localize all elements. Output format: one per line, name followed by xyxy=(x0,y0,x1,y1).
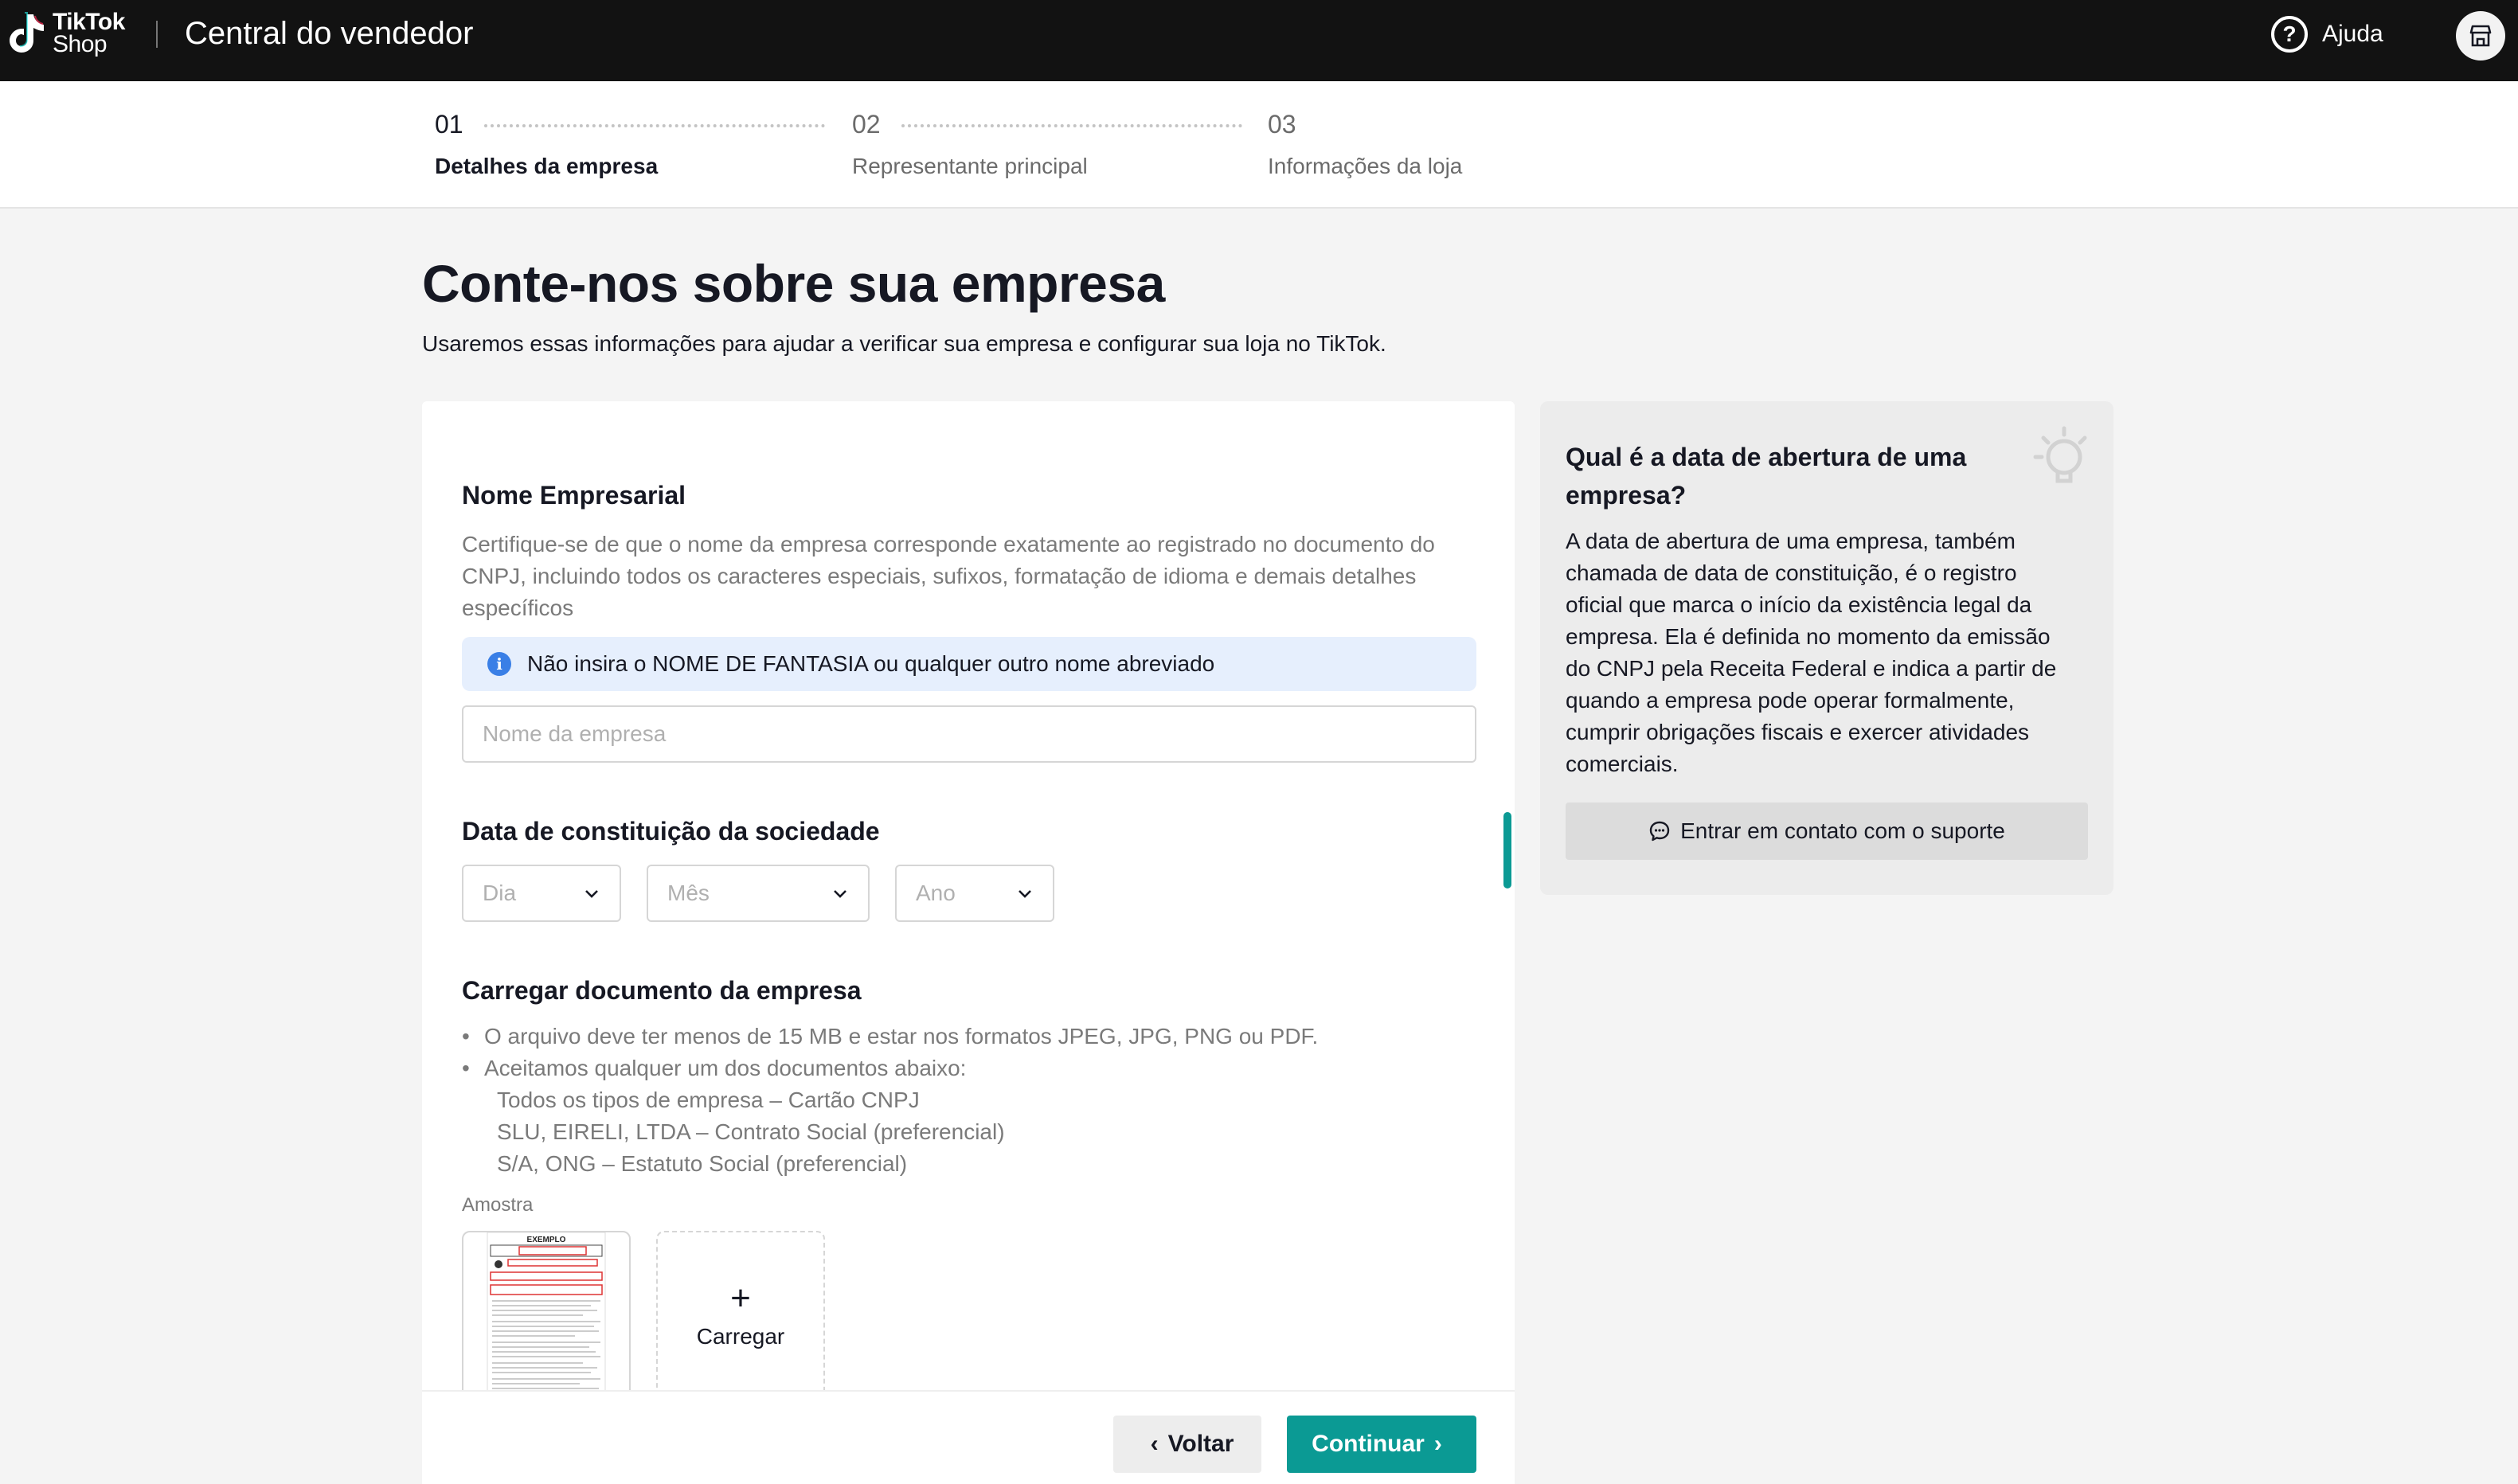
top-bar: TikTok Shop Central do vendedor ? Ajuda xyxy=(0,0,2518,81)
help-card: Qual é a data de abertura de uma empresa… xyxy=(1540,401,2113,895)
doc-type-item: SLU, EIRELI, LTDA – Contrato Social (pre… xyxy=(497,1119,1005,1144)
step-3: 03 Informações da loja xyxy=(1268,110,1462,179)
chevron-down-icon xyxy=(1019,890,1031,898)
list-item: • O arquivo deve ter menos de 15 MB e est… xyxy=(462,1024,1319,1049)
chevron-down-icon xyxy=(585,890,598,898)
company-name-description: Certifique-se de que o nome da empresa c… xyxy=(462,532,1435,620)
step-1: 01 Detalhes da empresa xyxy=(435,110,658,179)
day-select[interactable]: Dia xyxy=(462,865,621,922)
document-upload-title: Carregar documento da empresa xyxy=(462,976,862,1005)
step-connector xyxy=(484,124,825,127)
page-subtitle: Usaremos essas informações para ajudar a… xyxy=(422,331,1386,356)
chevron-left-icon: ‹ xyxy=(1150,1431,1159,1457)
logo-line1: TikTok xyxy=(53,9,125,35)
back-button[interactable]: ‹ Voltar xyxy=(1113,1416,1261,1473)
store-icon xyxy=(2469,25,2492,47)
day-select-value: Dia xyxy=(483,881,517,905)
tiktok-logo-icon xyxy=(10,12,44,53)
company-name-title: Nome Empresarial xyxy=(462,481,686,510)
year-select[interactable]: Ano xyxy=(895,865,1054,922)
sample-document-image: EXEMPLO xyxy=(487,1232,606,1398)
info-banner: i Não insira o NOME DE FANTASIA ou qualq… xyxy=(462,637,1476,691)
month-select-value: Mês xyxy=(667,881,710,905)
app-title: Central do vendedor xyxy=(185,16,474,51)
step-number: 03 xyxy=(1268,110,1296,139)
form-footer: ‹ Voltar Continuar › xyxy=(422,1390,1515,1484)
year-select-value: Ano xyxy=(916,881,956,905)
logo-line2: Shop xyxy=(53,31,108,57)
sample-label: Amostra xyxy=(462,1194,534,1216)
tiktok-shop-logo[interactable]: TikTok Shop xyxy=(3,10,125,57)
contact-support-button[interactable]: Entrar em contato com o suporte xyxy=(1566,803,2088,860)
form-card: Nome Empresarial Certifique-se de que o … xyxy=(422,401,1515,1484)
step-label: Informações da loja xyxy=(1268,154,1463,178)
list-item: • Aceitamos qualquer um dos documentos ab… xyxy=(462,1056,967,1080)
store-button[interactable] xyxy=(2456,11,2505,61)
help-card-title: Qual é a data de abertura de uma empresa… xyxy=(1566,443,1967,510)
page-title: Conte-nos sobre sua empresa xyxy=(422,254,1165,313)
lightbulb-icon xyxy=(2033,426,2087,483)
step-connector xyxy=(901,124,1242,127)
upload-label: Carregar xyxy=(696,1324,785,1349)
back-button-label: Voltar xyxy=(1167,1431,1234,1457)
step-label: Detalhes da empresa xyxy=(435,154,659,178)
step-2: 02 Representante principal xyxy=(852,110,1088,179)
chevron-right-icon: › xyxy=(1433,1431,1442,1457)
question-circle-icon: ? xyxy=(2271,16,2308,53)
contact-support-label: Entrar em contato com o suporte xyxy=(1680,818,2005,843)
header-divider xyxy=(156,21,158,48)
incorporation-date-title: Data de constituição da sociedade xyxy=(462,817,880,845)
company-name-input[interactable] xyxy=(462,705,1476,763)
help-card-body: A data de abertura de uma empresa, també… xyxy=(1566,529,2057,776)
continue-button[interactable]: Continuar › xyxy=(1287,1416,1476,1473)
info-icon: i xyxy=(487,652,511,676)
help-label: Ajuda xyxy=(2322,21,2383,47)
scrollbar-thumb[interactable] xyxy=(1503,812,1511,888)
step-label: Representante principal xyxy=(852,154,1088,178)
plus-icon: + xyxy=(730,1279,751,1318)
progress-stepper: 01 Detalhes da empresa 02 Representante … xyxy=(0,81,2518,209)
sample-document-thumbnail[interactable]: EXEMPLO xyxy=(462,1231,631,1400)
upload-button[interactable]: + Carregar xyxy=(656,1231,825,1400)
doc-type-item: Todos os tipos de empresa – Cartão CNPJ xyxy=(497,1088,920,1112)
document-requirements: • O arquivo deve ter menos de 15 MB e est… xyxy=(462,1021,1318,1180)
help-link[interactable]: ? Ajuda xyxy=(2271,16,2383,53)
continue-button-label: Continuar xyxy=(1312,1431,1425,1457)
chat-bubble-icon xyxy=(1649,821,1670,842)
info-banner-text: Não insira o NOME DE FANTASIA ou qualque… xyxy=(527,651,1215,676)
chevron-down-icon xyxy=(834,890,847,898)
doc-type-item: S/A, ONG – Estatuto Social (preferencial… xyxy=(497,1151,908,1176)
month-select[interactable]: Mês xyxy=(647,865,870,922)
sample-stamp: EXEMPLO xyxy=(527,1236,566,1244)
